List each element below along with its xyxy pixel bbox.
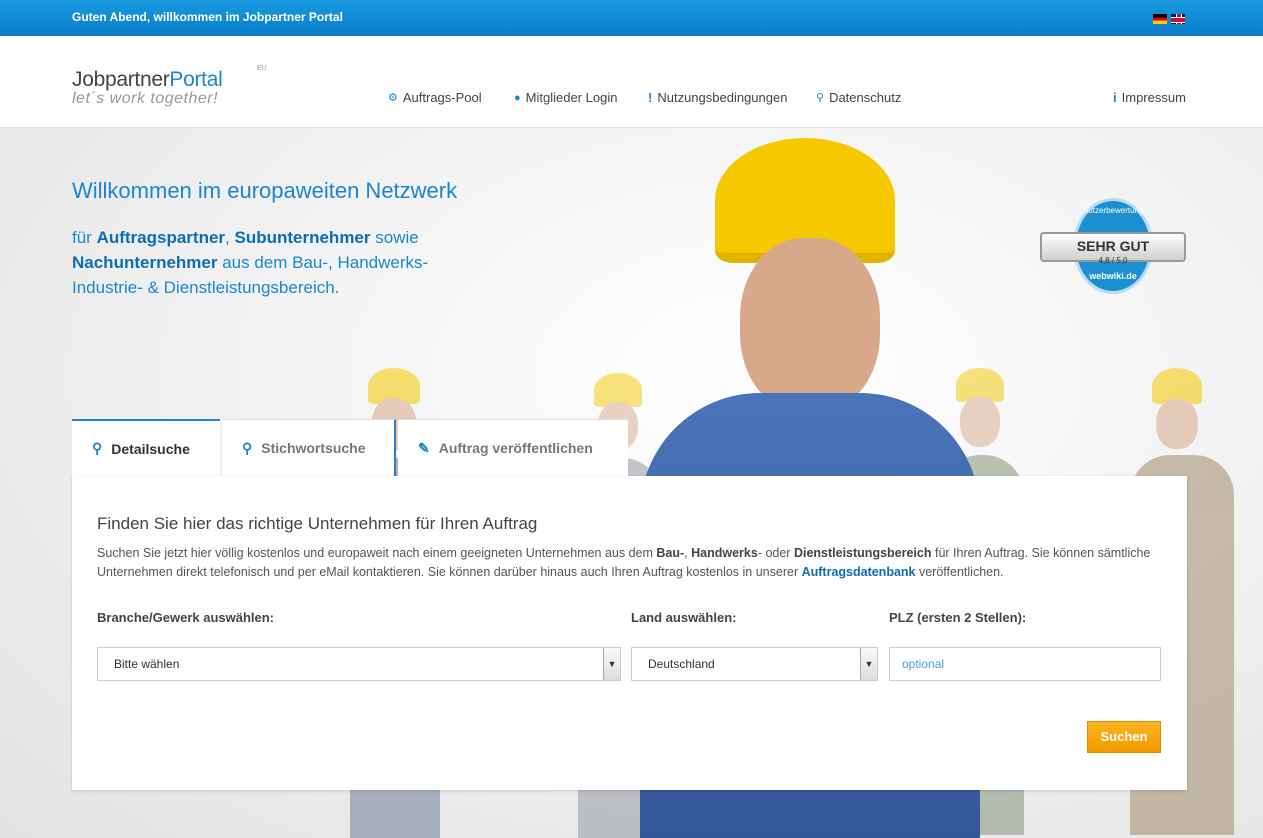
panel-heading: Finden Sie hier das richtige Unternehmen… xyxy=(97,514,538,533)
tab-stichwortsuche[interactable]: ⚲ Stichwortsuche xyxy=(222,419,396,476)
branche-select-value: Bitte wählen xyxy=(114,657,180,671)
hero-sub-bold: Nachunternehmer xyxy=(72,253,218,272)
nav-datenschutz[interactable]: ⚲ Datenschutz xyxy=(816,90,901,105)
search-plus-icon: ⚲ xyxy=(92,440,103,456)
branche-label: Branche/Gewerk auswählen: xyxy=(97,610,275,625)
greeting-text: Guten Abend, willkommen im Jobpartner Po… xyxy=(72,10,343,24)
hero-sub-text: sowie xyxy=(370,228,419,247)
nav-nutzungsbedingungen[interactable]: ! Nutzungsbedingungen xyxy=(648,90,787,105)
exclamation-icon: ! xyxy=(648,90,653,105)
auftragsdatenbank-link[interactable]: Auftragsdatenbank xyxy=(802,565,916,579)
tab-label: Stichwortsuche xyxy=(261,440,366,456)
hero-subtitle: für Auftragspartner, Subunternehmer sowi… xyxy=(72,225,472,300)
nav-auftrags-pool[interactable]: ⚙ Auftrags-Pool xyxy=(388,90,482,105)
badge-rating-text: 4,8 / 5,0 xyxy=(1098,256,1128,265)
nav-label: Datenschutz xyxy=(829,90,902,105)
logo-name-part2: Portal xyxy=(169,68,223,91)
panel-description: Suchen Sie jetzt hier völlig kostenlos u… xyxy=(97,544,1167,582)
desc-text: veröffentlichen. xyxy=(915,565,1004,579)
desc-text: - oder xyxy=(757,546,794,560)
tab-detailsuche[interactable]: ⚲ Detailsuche xyxy=(72,419,220,476)
chevron-down-icon[interactable]: ▼ xyxy=(860,648,877,680)
search-icon: ⚲ xyxy=(242,439,253,456)
hero-title: Willkommen im europaweiten Netzwerk xyxy=(72,178,458,203)
desc-text: Suchen Sie jetzt hier völlig kostenlos u… xyxy=(97,546,657,560)
key-icon: ⚲ xyxy=(816,92,825,104)
land-select[interactable]: Deutschland ▼ xyxy=(631,647,878,681)
desc-bold: Dienstleistungsbereich xyxy=(793,546,932,560)
land-select-value: Deutschland xyxy=(648,657,715,671)
chevron-down-icon[interactable]: ▼ xyxy=(603,648,620,680)
gears-icon: ⚙ xyxy=(388,92,398,104)
logo[interactable]: JobpartnerPortal EU let´s work together! xyxy=(72,65,267,107)
land-label: Land auswählen: xyxy=(631,610,737,625)
flag-de-icon[interactable] xyxy=(1153,14,1167,24)
hero-sub-bold: Auftragspartner xyxy=(96,228,226,247)
hero-sub-bold: Subunternehmer xyxy=(234,228,371,247)
search-button[interactable]: Suchen xyxy=(1087,721,1161,753)
top-bar: Guten Abend, willkommen im Jobpartner Po… xyxy=(0,0,1263,36)
plz-field[interactable] xyxy=(889,647,1161,681)
badge-top-text: Nutzerbewertung xyxy=(1082,206,1144,215)
logo-name-part1: Jobpartner xyxy=(72,68,170,91)
badge-main-text: SEHR GUT xyxy=(1076,238,1150,254)
tab-auftrag-veroeffentlichen[interactable]: ✎ Auftrag veröffentlichen xyxy=(398,419,628,476)
nav-label: Mitglieder Login xyxy=(525,90,618,105)
search-panel: Finden Sie hier das richtige Unternehmen… xyxy=(72,476,1187,790)
branche-select[interactable]: Bitte wählen ▼ xyxy=(97,647,621,681)
badge-bottom-text: webwiki.de xyxy=(1089,271,1137,281)
nav-label: Auftrags-Pool xyxy=(402,90,482,105)
info-icon: i xyxy=(1113,90,1117,105)
nav-impressum[interactable]: i Impressum xyxy=(1113,90,1186,105)
plz-input[interactable] xyxy=(890,648,1160,680)
nav-label: Impressum xyxy=(1121,90,1186,105)
logo-name: JobpartnerPortal xyxy=(72,68,223,91)
flag-en-icon[interactable] xyxy=(1171,14,1185,24)
hero-sub-text: für xyxy=(72,228,97,247)
plz-label: PLZ (ersten 2 Stellen): xyxy=(889,610,1027,625)
tab-label: Auftrag veröffentlichen xyxy=(438,440,593,456)
tab-label: Detailsuche xyxy=(111,440,190,457)
desc-bold: Bau- xyxy=(656,546,685,560)
logo-superscript: EU xyxy=(257,65,267,72)
logo-tagline: let´s work together! xyxy=(72,90,219,107)
nav-label: Nutzungsbedingungen xyxy=(657,90,788,105)
header: JobpartnerPortal EU let´s work together!… xyxy=(0,36,1263,128)
nav-mitglieder-login[interactable]: ● Mitglieder Login xyxy=(514,90,617,105)
edit-icon: ✎ xyxy=(418,439,430,456)
desc-bold: Handwerks xyxy=(691,546,758,560)
user-icon: ● xyxy=(514,91,521,104)
rating-badge[interactable]: Nutzerbewertung SEHR GUT 4,8 / 5,0 webwi… xyxy=(1040,198,1186,294)
